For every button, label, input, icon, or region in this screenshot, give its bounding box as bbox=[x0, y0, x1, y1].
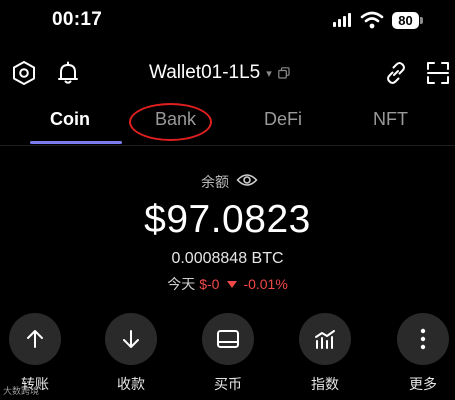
action-more[interactable]: 更多 bbox=[393, 313, 453, 394]
status-time: 00:17 bbox=[52, 9, 103, 30]
copy-icon[interactable] bbox=[277, 67, 290, 79]
daily-change: 今天 $-0 -0.01% bbox=[0, 274, 455, 294]
wifi-icon bbox=[360, 11, 384, 29]
arrow-down-icon bbox=[123, 330, 139, 348]
chevron-down-icon: ▾ bbox=[266, 67, 272, 80]
card-icon bbox=[217, 330, 239, 348]
cellular-signal-icon bbox=[333, 13, 353, 27]
buy-label: 买币 bbox=[214, 376, 242, 392]
battery-indicator: 80 bbox=[392, 12, 419, 29]
tab-coin[interactable]: Coin bbox=[50, 109, 90, 130]
link-icon[interactable] bbox=[383, 60, 409, 86]
annotation-circle bbox=[129, 103, 212, 141]
watermark: 大数跨境 bbox=[3, 386, 40, 396]
active-tab-indicator bbox=[30, 141, 122, 144]
more-button[interactable] bbox=[397, 313, 449, 365]
bell-icon[interactable] bbox=[55, 60, 81, 86]
index-label: 指数 bbox=[311, 376, 339, 392]
tab-divider bbox=[0, 145, 455, 146]
receive-label: 收款 bbox=[117, 376, 145, 392]
settings-hexagon-icon[interactable] bbox=[11, 60, 37, 86]
balance-label: 余额 bbox=[201, 174, 229, 190]
index-button[interactable] bbox=[299, 313, 351, 365]
transfer-button[interactable] bbox=[9, 313, 61, 365]
change-amount: $-0 bbox=[199, 276, 220, 292]
more-label: 更多 bbox=[409, 376, 437, 392]
tab-defi[interactable]: DeFi bbox=[264, 109, 302, 130]
wallet-selector[interactable]: Wallet01-1L5 ▾ bbox=[149, 60, 290, 86]
balance-btc: 0.0008848 BTC bbox=[171, 250, 284, 267]
action-buy[interactable]: 买币 bbox=[198, 313, 258, 394]
action-receive[interactable]: 收款 bbox=[101, 313, 161, 394]
receive-button[interactable] bbox=[105, 313, 157, 365]
eye-icon[interactable] bbox=[236, 172, 258, 188]
arrow-up-icon bbox=[27, 330, 43, 348]
chart-icon bbox=[315, 330, 335, 349]
more-vertical-icon bbox=[420, 328, 426, 350]
battery-tip bbox=[420, 17, 423, 24]
change-percent: -0.01% bbox=[243, 276, 288, 292]
action-transfer[interactable]: 转账 bbox=[5, 313, 65, 394]
today-label: 今天 bbox=[167, 276, 196, 292]
balance-amount: $97.0823 bbox=[144, 198, 311, 241]
wallet-name: Wallet01-1L5 bbox=[149, 62, 261, 83]
buy-button[interactable] bbox=[202, 313, 254, 365]
down-triangle-icon bbox=[227, 280, 238, 288]
scan-icon[interactable] bbox=[425, 60, 451, 86]
action-index[interactable]: 指数 bbox=[295, 313, 355, 394]
tab-nft[interactable]: NFT bbox=[373, 109, 408, 130]
